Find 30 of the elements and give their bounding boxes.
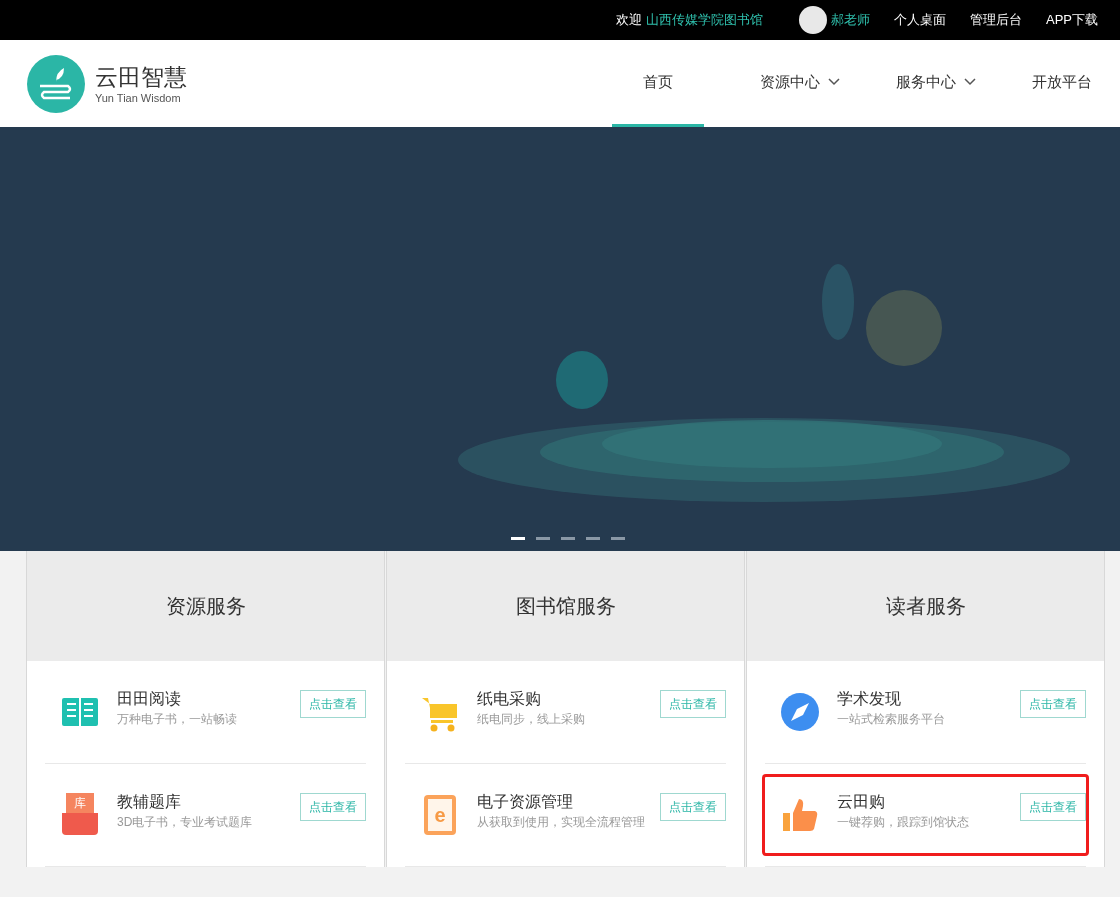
user-link[interactable]: 郝老师	[831, 10, 870, 30]
item-description: 3D电子书，专业考试题库	[117, 814, 253, 831]
card-title: 读者服务	[885, 594, 966, 619]
item-description: 万种电子书，一站畅读	[117, 711, 237, 728]
library-link[interactable]: 山西传媒学院图书馆	[646, 10, 763, 30]
item-description: 从获取到使用，实现全流程管理	[477, 814, 645, 831]
welcome-text: 欢迎	[616, 11, 642, 30]
item-description: 一站式检索服务平台	[837, 711, 945, 728]
top-link[interactable]: APP下载	[1046, 10, 1098, 30]
item-title: 教辅题库	[117, 792, 182, 812]
item-title: 电子资源管理	[477, 792, 574, 812]
nav-tab[interactable]: 开放平台	[1032, 40, 1092, 127]
item-title: 纸电采购	[477, 689, 542, 709]
ebook-icon: e	[424, 795, 456, 835]
compass-icon	[780, 692, 820, 732]
item-title: 学术发现	[837, 689, 902, 709]
avatar[interactable]	[799, 6, 827, 34]
top-link[interactable]: 管理后台	[970, 10, 1022, 30]
card-title: 图书馆服务	[515, 594, 616, 619]
nav-tab[interactable]: 服务中心	[896, 40, 976, 127]
logo-subtitle: Yun Tian Wisdom	[95, 90, 182, 105]
item-title: 云田购	[837, 792, 886, 812]
item-description: 一键荐购，跟踪到馆状态	[837, 814, 969, 831]
card-title: 资源服务	[165, 594, 246, 619]
nav-tab[interactable]: 资源中心	[760, 40, 840, 127]
item-title: 田田阅读	[117, 689, 182, 709]
top-link[interactable]: 个人桌面	[894, 10, 946, 30]
item-description: 纸电同步，线上采购	[477, 711, 585, 728]
logo-icon	[26, 53, 86, 114]
logo-title: 云田智慧	[95, 62, 187, 91]
